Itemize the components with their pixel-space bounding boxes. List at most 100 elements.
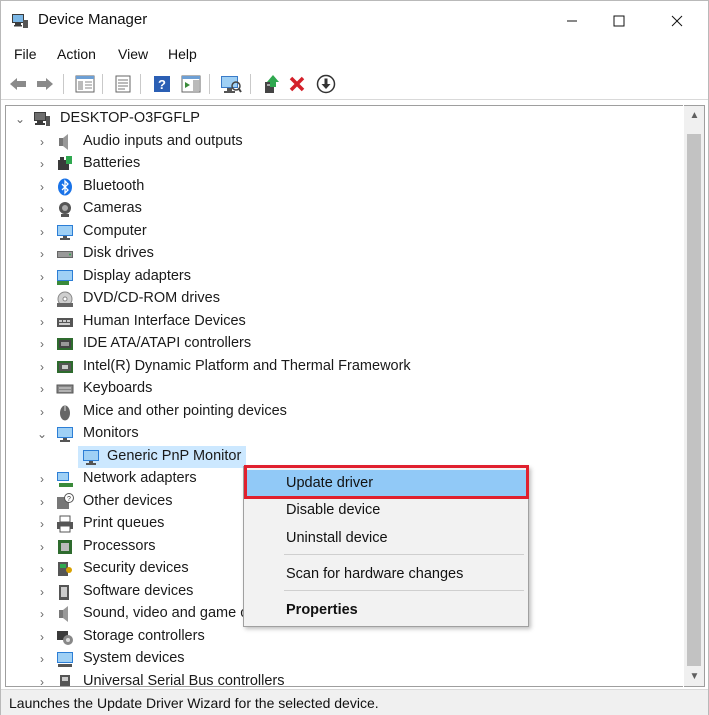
usb-icon <box>60 674 70 686</box>
scan-hardware-button[interactable] <box>220 73 242 95</box>
menu-bar: File Action View Help <box>1 41 708 67</box>
scroll-down-icon[interactable]: ▼ <box>684 671 705 682</box>
close-button[interactable] <box>654 1 700 41</box>
tree-category-row[interactable]: › Cameras <box>6 198 683 220</box>
collapse-arrow-icon[interactable]: ⌄ <box>36 426 48 442</box>
window-title: Device Manager <box>38 11 148 28</box>
expand-arrow-icon[interactable]: › <box>36 651 48 667</box>
expand-arrow-icon[interactable]: › <box>36 561 48 577</box>
expand-arrow-icon[interactable]: › <box>36 156 48 172</box>
tree-category-row[interactable]: › Intel(R) Dynamic Platform and Thermal F… <box>6 356 683 378</box>
security-icon <box>58 562 72 576</box>
tree-category-row[interactable]: › Audio inputs and outputs <box>6 131 683 153</box>
expand-arrow-icon[interactable]: › <box>36 359 48 375</box>
tree-category-label: Human Interface Devices <box>83 312 246 329</box>
scroll-up-icon[interactable]: ▲ <box>684 110 705 121</box>
chip-icon <box>57 360 73 373</box>
toolbar: ? <box>1 68 708 100</box>
device-manager-window: Device Manager File Action View Help ? ⌄… <box>0 0 709 715</box>
expand-arrow-icon[interactable]: › <box>36 179 48 195</box>
toolbar-separator <box>140 74 141 94</box>
storage-icon <box>57 630 73 645</box>
menu-help[interactable]: Help <box>168 46 197 62</box>
battery-icon <box>58 156 72 170</box>
tree-category-row[interactable]: › Bluetooth <box>6 176 683 198</box>
forward-button[interactable] <box>34 73 56 95</box>
tree-category-label: Disk drives <box>83 245 154 261</box>
monitor-device-icon <box>83 449 99 465</box>
menu-item-disable-device[interactable]: Disable device <box>244 497 528 523</box>
dvd-icon <box>57 291 73 307</box>
tree-category-row[interactable]: › Disk drives <box>6 243 683 265</box>
ide-icon <box>57 338 73 350</box>
menu-file[interactable]: File <box>14 46 37 62</box>
tree-category-row[interactable]: › System devices <box>6 648 683 670</box>
action-pane-icon <box>181 75 201 93</box>
tree-category-row[interactable]: › Keyboards <box>6 378 683 400</box>
mouse-icon <box>60 405 70 420</box>
menu-item-scan-hardware[interactable]: Scan for hardware changes <box>244 561 528 587</box>
expand-arrow-icon[interactable]: › <box>36 516 48 532</box>
unknown-device-icon: ? <box>57 492 74 509</box>
tree-category-row[interactable]: › DVD/CD-ROM drives <box>6 288 683 310</box>
expand-arrow-icon[interactable]: › <box>36 494 48 510</box>
help-button[interactable]: ? <box>151 73 173 95</box>
tree-category-label: System devices <box>83 650 185 666</box>
expand-arrow-icon[interactable]: › <box>36 336 48 352</box>
maximize-button[interactable] <box>596 1 642 41</box>
back-button[interactable] <box>7 73 29 95</box>
expand-arrow-icon[interactable]: › <box>36 314 48 330</box>
tree-root-row[interactable]: ⌄ DESKTOP-O3FGFLP <box>6 108 683 130</box>
vertical-scrollbar[interactable]: ▲ ▼ <box>684 105 705 687</box>
menu-item-properties[interactable]: Properties <box>244 597 528 623</box>
expand-arrow-icon[interactable]: › <box>36 224 48 240</box>
expand-arrow-icon[interactable]: › <box>36 584 48 600</box>
scroll-thumb[interactable] <box>687 134 701 666</box>
menu-item-uninstall-device[interactable]: Uninstall device <box>244 525 528 551</box>
expand-arrow-icon[interactable]: › <box>36 674 48 687</box>
properties-icon <box>115 75 131 93</box>
expand-arrow-icon[interactable]: › <box>36 134 48 150</box>
tree-category-row[interactable]: › IDE ATA/ATAPI controllers <box>6 333 683 355</box>
tree-category-row[interactable]: › Human Interface Devices <box>6 311 683 333</box>
tree-category-row[interactable]: ⌄ Monitors <box>6 423 683 445</box>
tree-category-label: Mice and other pointing devices <box>83 402 287 419</box>
tree-category-label: Processors <box>83 537 156 554</box>
properties-button[interactable] <box>112 73 134 95</box>
uninstall-button[interactable] <box>286 73 308 95</box>
minimize-icon <box>567 20 577 22</box>
scan-hardware-icon <box>221 76 242 93</box>
minimize-button[interactable] <box>549 1 595 41</box>
maximize-icon <box>613 15 625 27</box>
tree-category-label: Monitors <box>83 425 139 441</box>
tree-category-row[interactable]: › Batteries <box>6 153 683 175</box>
expand-arrow-icon[interactable]: › <box>36 471 48 487</box>
back-icon <box>10 78 26 90</box>
expand-arrow-icon[interactable]: › <box>36 381 48 397</box>
update-driver-button[interactable] <box>260 73 282 95</box>
show-hide-tree-button[interactable] <box>74 73 96 95</box>
tree-category-row[interactable]: › Universal Serial Bus controllers <box>6 671 683 687</box>
expand-arrow-icon[interactable]: › <box>36 404 48 420</box>
expand-arrow-icon[interactable]: › <box>36 246 48 262</box>
menu-action[interactable]: Action <box>57 46 96 62</box>
expand-arrow-icon[interactable]: › <box>36 629 48 645</box>
forward-icon <box>37 78 53 90</box>
expand-arrow-icon[interactable]: › <box>36 539 48 555</box>
expand-arrow-icon[interactable]: › <box>36 201 48 217</box>
expand-arrow-icon[interactable]: › <box>36 606 48 622</box>
expand-arrow-icon[interactable]: › <box>36 269 48 285</box>
download-button[interactable] <box>315 73 337 95</box>
tree-category-label: Storage controllers <box>83 627 205 644</box>
expand-arrow-icon[interactable]: › <box>36 291 48 307</box>
tree-category-row[interactable]: › Display adapters <box>6 266 683 288</box>
tree-category-row[interactable]: › Storage controllers <box>6 626 683 648</box>
tree-category-row[interactable]: › Computer <box>6 221 683 243</box>
printer-icon <box>57 515 73 533</box>
collapse-arrow-icon[interactable]: ⌄ <box>14 111 26 127</box>
tree-category-label: Bluetooth <box>83 177 145 194</box>
network-icon <box>57 472 73 487</box>
menu-view[interactable]: View <box>118 46 148 62</box>
action-pane-button[interactable] <box>180 73 202 95</box>
tree-category-row[interactable]: › Mice and other pointing devices <box>6 401 683 423</box>
